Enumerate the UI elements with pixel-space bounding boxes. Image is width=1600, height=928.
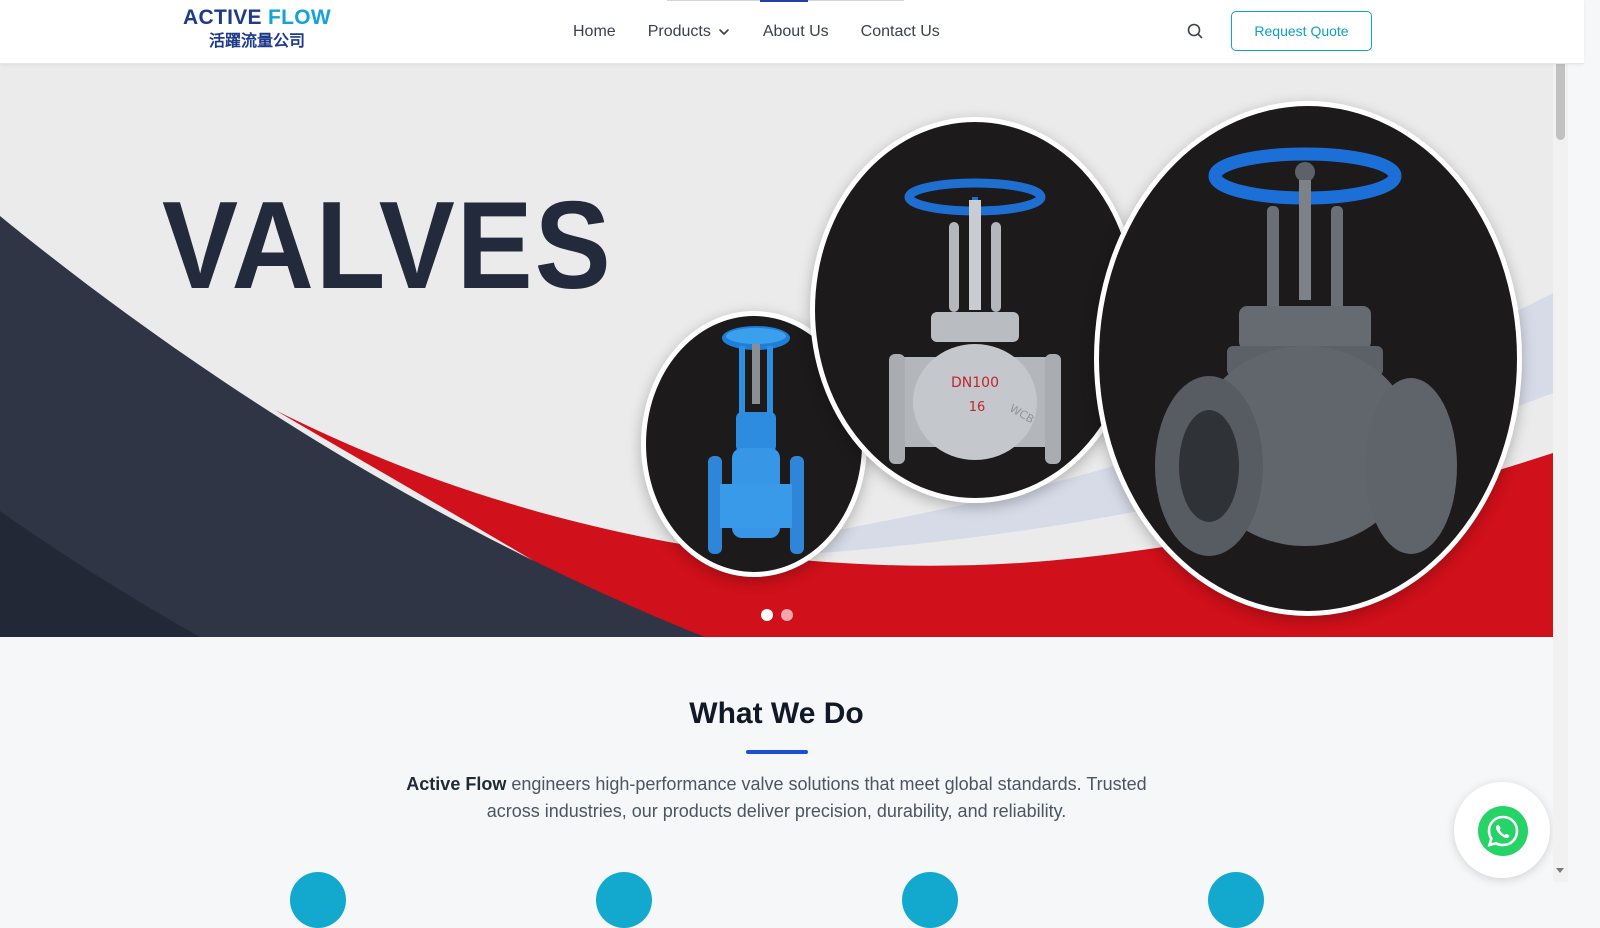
page-scrollbar[interactable] (1553, 0, 1568, 882)
request-quote-label: Request Quote (1254, 23, 1349, 39)
whatsapp-icon (1487, 815, 1519, 847)
whatsapp-widget (1454, 782, 1550, 878)
feature-icon-3 (902, 872, 958, 928)
globe-valve-image: DN100 16 WCB (810, 117, 1140, 503)
globe-valve-marking-size: DN100 (951, 375, 999, 391)
cast-globe-valve-illustration (1155, 147, 1457, 556)
heading-underline (746, 750, 808, 754)
intro-text: engineers high-performance valve solutio… (486, 774, 1147, 821)
hero-title: VALVES (162, 177, 613, 315)
cast-globe-valve-image (1094, 101, 1522, 616)
nav-home[interactable]: Home (573, 0, 616, 63)
nav-home-label: Home (573, 22, 616, 40)
globe-valve-illustration: DN100 16 WCB (889, 178, 1061, 464)
slider-pagination (761, 609, 801, 621)
whatsapp-button[interactable] (1478, 806, 1528, 856)
nav-products-label: Products (647, 22, 711, 40)
feature-icon-4 (1208, 872, 1264, 928)
nav-about[interactable]: About Us (763, 0, 829, 63)
main-nav: Home Products About Us Contact Us (573, 0, 972, 63)
feature-icon-2 (596, 872, 652, 928)
request-quote-button[interactable]: Request Quote (1231, 11, 1372, 51)
search-icon[interactable] (1184, 20, 1206, 42)
chevron-down-icon (719, 28, 729, 35)
nav-products[interactable]: Products (648, 0, 731, 63)
globe-valve-marking-pressure: 16 (969, 400, 986, 415)
hero-slider: VALVES DN100 16 WCB (0, 63, 1553, 637)
nav-about-label: About Us (762, 22, 829, 40)
nav-contact-label: Contact Us (860, 22, 940, 40)
what-we-do-intro: Active Flow engineers high-performance v… (400, 771, 1153, 825)
nav-contact[interactable]: Contact Us (861, 0, 940, 63)
site-header: ACTIVE FLOW 活躍流量公司 Home Products About U… (0, 0, 1584, 64)
logo-word-active: ACTIVE (183, 6, 262, 29)
slide-dot-2[interactable] (781, 609, 793, 621)
what-we-do-heading: What We Do (689, 697, 864, 730)
intro-company-name: Active Flow (406, 774, 507, 794)
site-logo[interactable]: ACTIVE FLOW 活躍流量公司 (180, 6, 334, 52)
slide-dot-1[interactable] (761, 609, 773, 621)
scroll-down-arrow-icon[interactable] (1556, 868, 1564, 873)
feature-icon-1 (290, 872, 346, 928)
logo-chinese-name: 活躍流量公司 (208, 31, 305, 50)
logo-word-flow: FLOW (267, 6, 331, 29)
logo-wordmark: ACTIVE FLOW (180, 6, 334, 30)
